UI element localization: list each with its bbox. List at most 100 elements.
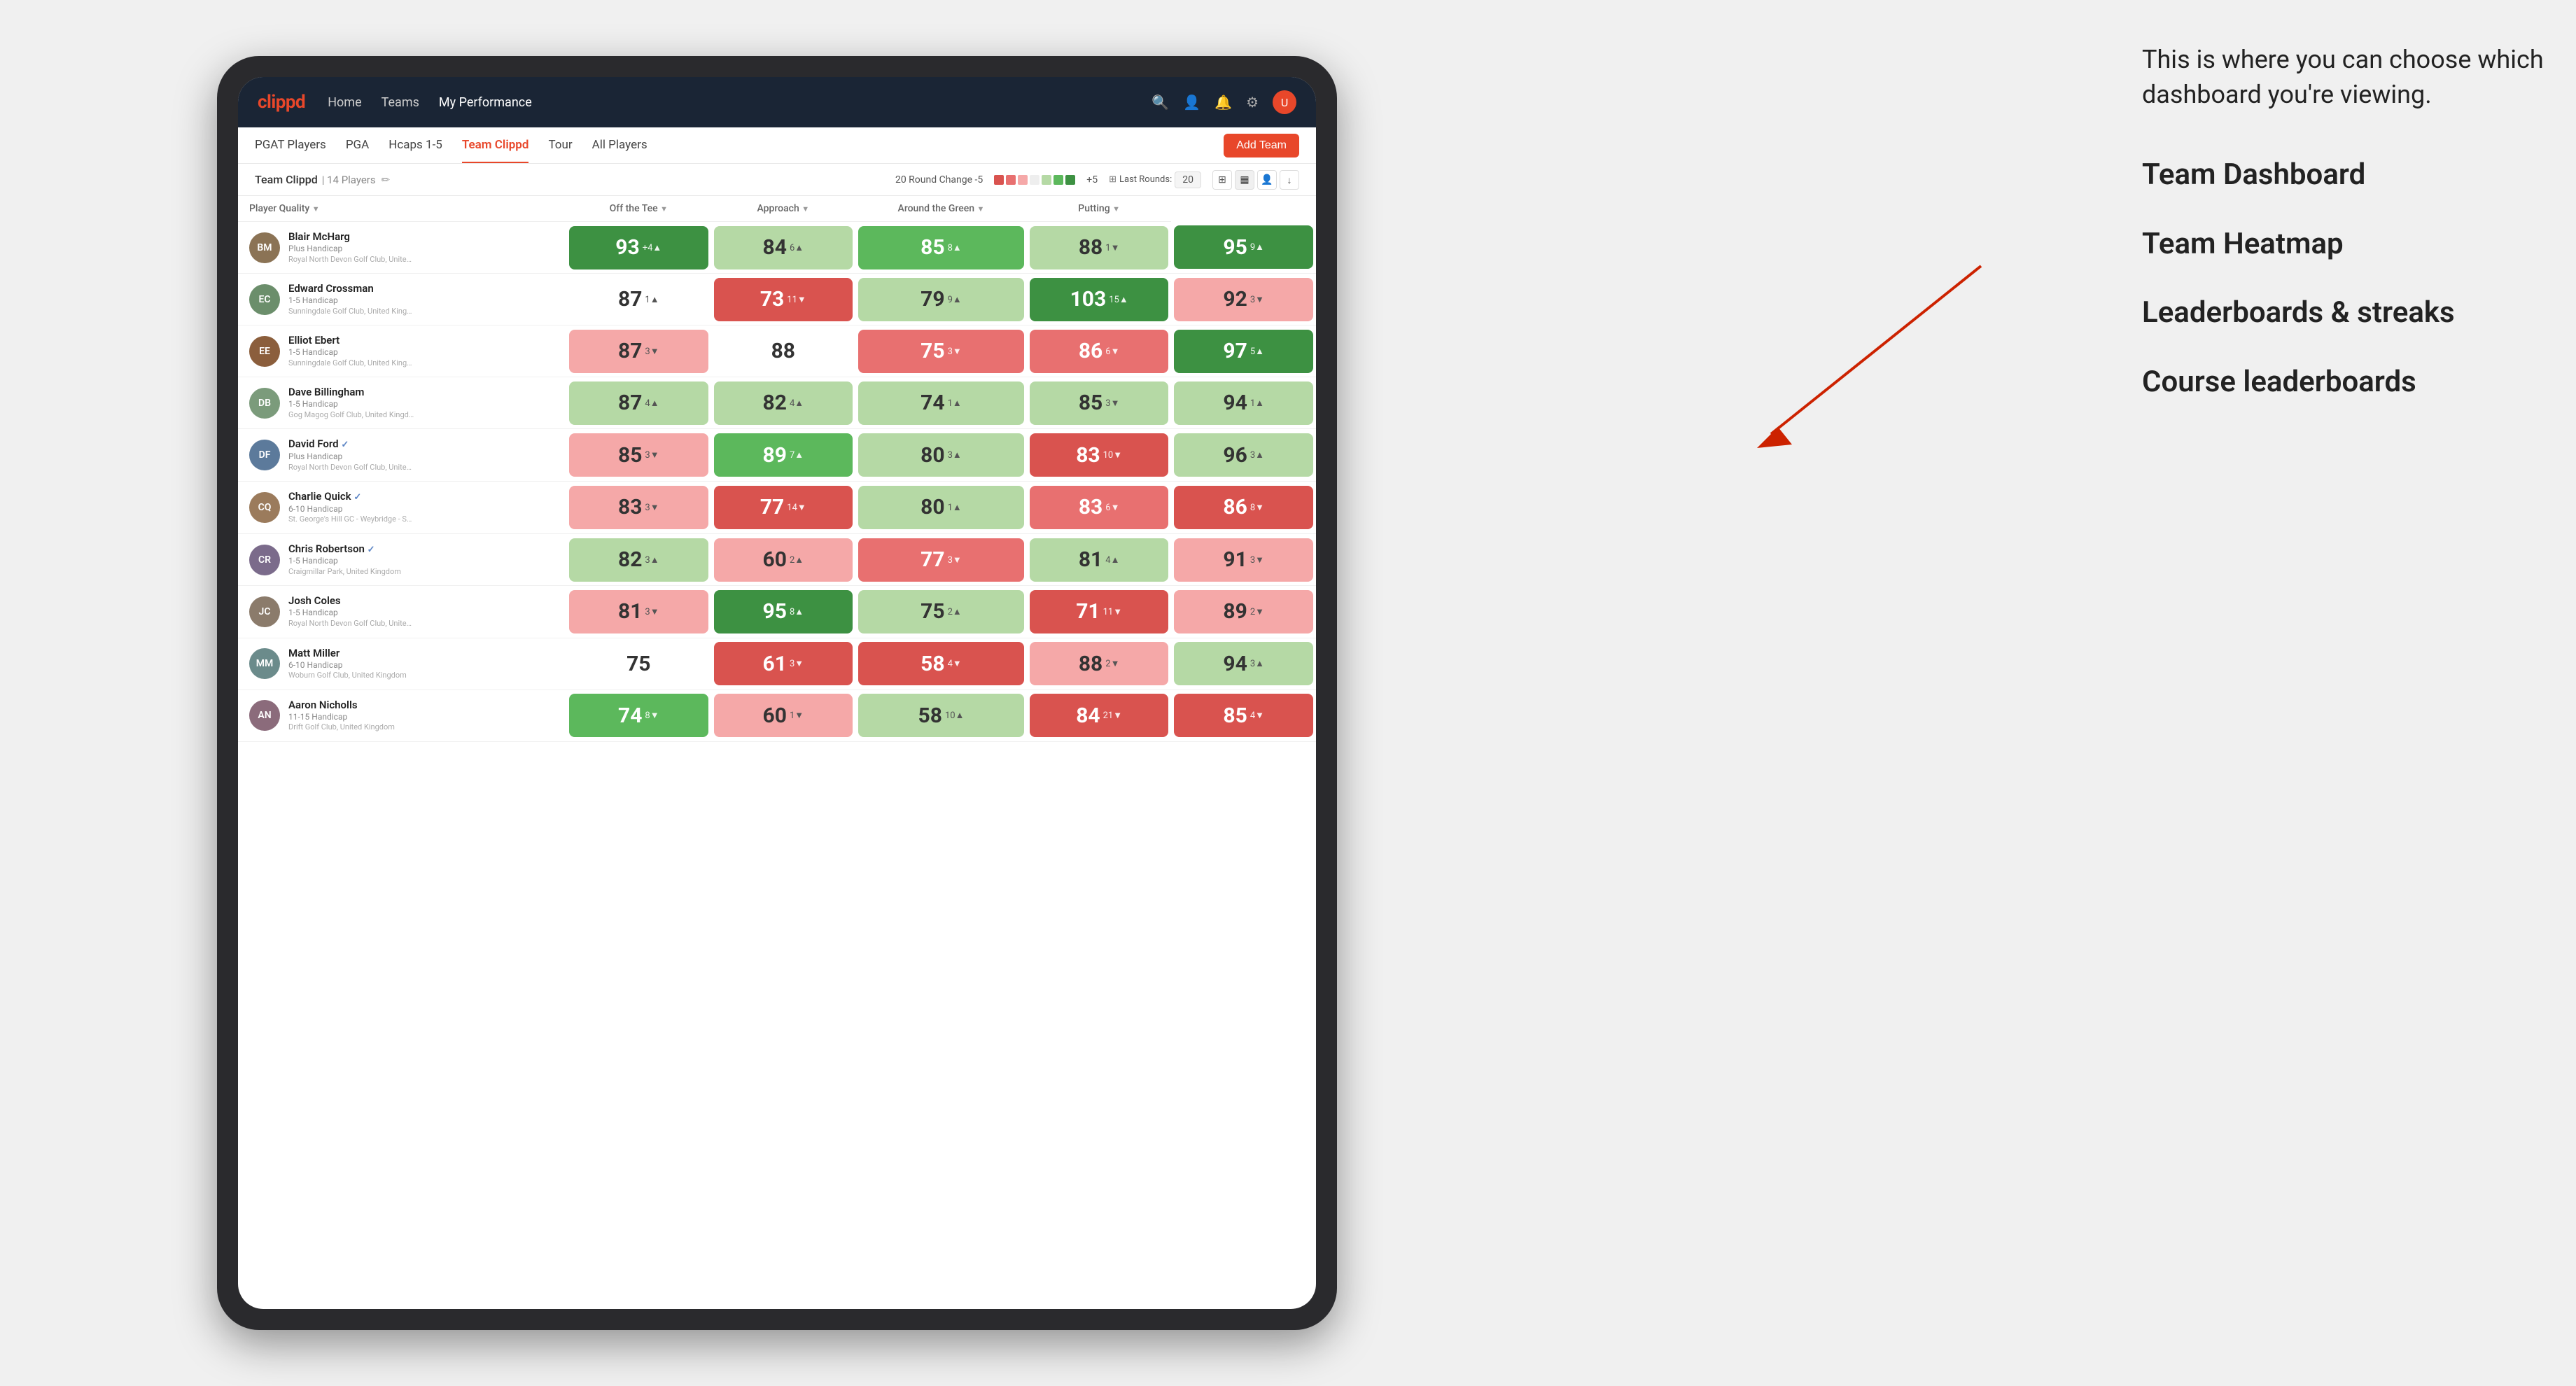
score-box: 75 3▼ (858, 330, 1024, 373)
col-around-green[interactable]: Around the Green ▼ (855, 196, 1027, 222)
score-value: 77 (920, 547, 944, 572)
table-row: JC Josh Coles 1-5 Handicap Royal North D… (238, 586, 1316, 638)
edit-icon[interactable]: ✏ (382, 174, 391, 186)
score-box: 83 6▼ (1030, 486, 1169, 529)
nav-teams[interactable]: Teams (382, 95, 419, 110)
score-box: 93 +4▲ (569, 226, 708, 270)
table-row: DB Dave Billingham 1-5 Handicap Gog Mago… (238, 377, 1316, 429)
player-cell[interactable]: DB Dave Billingham 1-5 Handicap Gog Mago… (238, 377, 566, 429)
annotation-area: This is where you can choose which dashb… (2142, 42, 2548, 431)
player-info: Matt Miller 6-10 Handicap Woburn Golf Cl… (288, 647, 555, 681)
settings-icon[interactable]: ⚙ (1246, 94, 1259, 111)
score-value: 74 (618, 704, 642, 728)
score-cell-approach: 75 2▲ (855, 586, 1027, 638)
player-handicap: 6-10 Handicap (288, 659, 555, 671)
subnav-tour[interactable]: Tour (548, 127, 572, 163)
score-value: 84 (763, 235, 787, 260)
col-approach[interactable]: Approach ▼ (711, 196, 856, 222)
nav-home[interactable]: Home (328, 95, 361, 110)
score-value: 75 (920, 599, 944, 624)
round-change-label: 20 Round Change -5 (895, 174, 983, 186)
search-icon[interactable]: 🔍 (1152, 94, 1169, 111)
score-cell-around_green: 85 3▼ (1027, 377, 1172, 429)
player-cell[interactable]: MM Matt Miller 6-10 Handicap Woburn Golf… (238, 638, 566, 690)
score-box: 88 (714, 330, 853, 373)
heatmap-light-green (1042, 175, 1051, 185)
subnav-hcaps[interactable]: Hcaps 1-5 (388, 127, 442, 163)
player-handicap: 6-10 Handicap (288, 503, 555, 515)
view-person-button[interactable]: 👤 (1257, 170, 1277, 190)
view-download-button[interactable]: ↓ (1280, 170, 1299, 190)
view-heatmap-button[interactable]: ▦ (1235, 170, 1254, 190)
team-name: Team Clippd (255, 173, 318, 186)
score-box: 81 3▼ (569, 590, 708, 634)
col-player[interactable]: Player Quality ▼ (238, 196, 566, 222)
score-box: 74 1▲ (858, 382, 1024, 425)
score-box: 89 7▲ (714, 433, 853, 477)
score-value: 86 (1223, 495, 1247, 519)
player-name: Blair McHarg (288, 230, 555, 243)
nav-my-performance[interactable]: My Performance (439, 95, 532, 110)
score-value: 85 (920, 235, 944, 260)
last-rounds-value[interactable]: 20 (1175, 172, 1201, 188)
bell-icon[interactable]: 🔔 (1214, 94, 1232, 111)
top-nav: clippd Home Teams My Performance 🔍 👤 🔔 ⚙… (238, 77, 1316, 127)
subnav-pga[interactable]: PGA (346, 127, 369, 163)
sub-nav-right: Add Team (1224, 134, 1299, 158)
data-table: Player Quality ▼ Off the Tee ▼ Approach … (238, 196, 1316, 742)
add-team-button[interactable]: Add Team (1224, 134, 1299, 158)
score-cell-around_green: 86 6▼ (1027, 326, 1172, 377)
player-cell[interactable]: EE Elliot Ebert 1-5 Handicap Sunningdale… (238, 326, 566, 377)
player-club: Royal North Devon Golf Club, United King… (288, 619, 414, 629)
player-name: Elliot Ebert (288, 334, 555, 346)
player-club: St. George's Hill GC - Weybridge - Surre… (288, 514, 414, 524)
player-club: Craigmillar Park, United Kingdom (288, 567, 414, 577)
score-value: 88 (1079, 652, 1102, 676)
player-info: Dave Billingham 1-5 Handicap Gog Magog G… (288, 386, 555, 420)
score-value: 75 (920, 339, 944, 363)
table-area: Player Quality ▼ Off the Tee ▼ Approach … (238, 196, 1316, 1309)
score-box: 94 3▲ (1174, 642, 1313, 685)
score-value: 95 (1223, 235, 1247, 260)
score-box: 86 8▼ (1174, 486, 1313, 529)
label-team-heatmap: Team Heatmap (2142, 224, 2548, 265)
subnav-pgat[interactable]: PGAT Players (255, 127, 326, 163)
score-value: 85 (1223, 704, 1247, 728)
col-off-tee[interactable]: Off the Tee ▼ (566, 196, 711, 222)
nav-icons: 🔍 👤 🔔 ⚙ U (1152, 90, 1296, 114)
player-cell[interactable]: AN Aaron Nicholls 11-15 Handicap Drift G… (238, 690, 566, 741)
score-box: 88 1▼ (1030, 226, 1169, 270)
tablet-screen: clippd Home Teams My Performance 🔍 👤 🔔 ⚙… (238, 77, 1316, 1309)
player-info: Charlie Quick ✓ 6-10 Handicap St. George… (288, 490, 555, 525)
player-cell[interactable]: CR Chris Robertson ✓ 1-5 Handicap Craigm… (238, 533, 566, 586)
score-box: 84 21▼ (1030, 694, 1169, 737)
score-cell-off_tee: 60 1▼ (711, 690, 856, 741)
player-cell[interactable]: DF David Ford ✓ Plus Handicap Royal Nort… (238, 429, 566, 482)
player-club: Royal North Devon Golf Club, United King… (288, 463, 414, 472)
player-handicap: 1-5 Handicap (288, 607, 555, 619)
score-cell-putting: 86 8▼ (1171, 482, 1316, 534)
user-icon[interactable]: 👤 (1183, 94, 1200, 111)
score-cell-approach: 85 8▲ (855, 222, 1027, 274)
player-cell[interactable]: BM Blair McHarg Plus Handicap Royal Nort… (238, 222, 566, 274)
player-info: Edward Crossman 1-5 Handicap Sunningdale… (288, 282, 555, 316)
player-cell[interactable]: EC Edward Crossman 1-5 Handicap Sunningd… (238, 274, 566, 326)
score-box: 85 3▼ (569, 433, 708, 477)
player-avatar: EE (249, 336, 280, 367)
score-value: 83 (618, 495, 642, 519)
score-cell-approach: 77 3▼ (855, 533, 1027, 586)
avatar[interactable]: U (1273, 90, 1296, 114)
subnav-all-players[interactable]: All Players (592, 127, 648, 163)
player-club: Sunningdale Golf Club, United Kingdom (288, 358, 414, 368)
col-putting[interactable]: Putting ▼ (1027, 196, 1172, 222)
player-name: Dave Billingham (288, 386, 555, 398)
player-handicap: 1-5 Handicap (288, 346, 555, 358)
player-cell[interactable]: CQ Charlie Quick ✓ 6-10 Handicap St. Geo… (238, 482, 566, 534)
score-cell-putting: 91 3▼ (1171, 533, 1316, 586)
score-cell-off_tee: 77 14▼ (711, 482, 856, 534)
subnav-team-clippd[interactable]: Team Clippd (462, 127, 529, 163)
score-box: 79 9▲ (858, 278, 1024, 321)
score-box: 91 3▼ (1174, 538, 1313, 582)
view-grid-button[interactable]: ⊞ (1212, 170, 1232, 190)
player-cell[interactable]: JC Josh Coles 1-5 Handicap Royal North D… (238, 586, 566, 638)
